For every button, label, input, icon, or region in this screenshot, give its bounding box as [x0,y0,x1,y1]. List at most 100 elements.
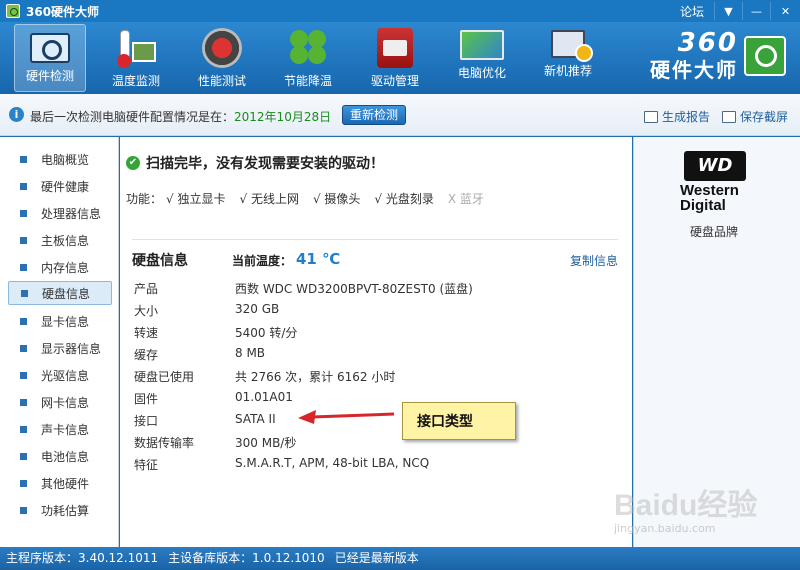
sidebar-item-monitor[interactable]: 显示器信息 [8,336,112,360]
tab-label: 新机推荐 [543,64,592,78]
report-label: 生成报告 [662,110,711,124]
menu-dropdown-icon[interactable]: ▼ [714,2,742,20]
tab-energy-saving[interactable]: 节能降温 [272,24,344,92]
info-key: 转速 [134,326,159,340]
brand-logo: 360 硬件大师 [650,30,786,83]
tab-performance[interactable]: 性能测试 [186,24,258,92]
info-value: 01.01A01 [235,390,293,404]
annotation-arrow-icon [298,410,395,424]
sidebar-item-health[interactable]: 硬件健康 [8,174,112,198]
tab-driver[interactable]: 驱动管理 [359,24,431,92]
bullet-icon [20,182,27,190]
save-screenshot-link[interactable]: 保存截屏 [722,108,788,125]
sidebar-item-sound[interactable]: 声卡信息 [8,417,112,441]
baidu-watermark: Baidu经验 [614,489,758,522]
sidebar-item-optical[interactable]: 光驱信息 [8,363,112,387]
tab-label: 温度监测 [111,74,160,88]
tab-temperature[interactable]: 温度监测 [100,24,172,92]
bullet-icon [20,236,27,244]
sidebar-item-overview[interactable]: 电脑概览 [8,147,112,171]
feature-item-disabled: X 蓝牙 [447,192,484,206]
info-icon: i [9,107,24,122]
tab-label: 驱动管理 [370,74,419,88]
sidebar-item-label: 内存信息 [41,260,90,275]
feature-item: √ 光盘刻录 [374,192,434,206]
feature-item: √ 摄像头 [312,192,361,206]
close-icon[interactable]: ✕ [770,2,800,20]
pc-medal-icon [551,30,593,62]
sidebar-item-power[interactable]: 功耗估算 [8,498,112,522]
scan-result-text: 扫描完毕，没有发现需要安装的驱动！ [146,156,384,172]
info-key: 产品 [134,282,159,296]
sidebar-item-motherboard[interactable]: 主板信息 [8,228,112,252]
info-value: S.M.A.R.T, APM, 48-bit LBA, NCQ [235,456,430,470]
info-key: 接口 [134,414,159,428]
wd-logo-mark: WD [684,151,746,181]
sidebar-item-label: 硬件健康 [41,179,90,194]
sidebar-item-battery[interactable]: 电池信息 [8,444,112,468]
info-bar: i 最后一次检测电脑硬件配置情况是在：2012年10月28日 重新检测 生成报告… [0,94,800,136]
bullet-icon [20,344,27,352]
title-bar: 360硬件大师 论坛 ▼ — ✕ [0,0,800,22]
recheck-button[interactable]: 重新检测 [342,105,406,125]
tab-label: 节能降温 [283,74,332,88]
tab-hardware-detect[interactable]: 硬件检测 [14,24,86,92]
sidebar-item-cpu[interactable]: 处理器信息 [8,201,112,225]
minimize-icon[interactable]: — [742,2,770,20]
feature-item: √ 独立显卡 [166,192,226,206]
tab-new-machine[interactable]: 新机推荐 [532,24,604,92]
bullet-icon [20,506,27,514]
app-title: 360硬件大师 [26,4,100,19]
features-label: 功能： [126,192,163,206]
generate-report-link[interactable]: 生成报告 [644,108,710,125]
info-key: 数据传输率 [134,436,195,450]
sidebar-item-label: 硬盘信息 [42,286,91,301]
info-key: 大小 [134,304,159,318]
forum-link[interactable]: 论坛 [680,3,704,20]
brand-magnifier-icon [744,36,786,76]
bullet-icon [20,155,27,163]
tab-label: 硬件检测 [25,69,74,83]
info-key: 缓存 [134,348,159,362]
sidebar-item-label: 电池信息 [41,449,90,464]
tab-label: 电脑优化 [457,66,506,80]
screenshot-label: 保存截屏 [740,110,789,124]
sidebar-item-label: 光驱信息 [41,368,90,383]
baidu-watermark-url: jingyan.baidu.com [614,522,716,535]
sidebar-item-label: 电脑概览 [41,152,90,167]
bullet-icon [20,398,27,406]
bullet-icon [20,371,27,379]
info-value: 共 2766 次，累计 6162 小时 [235,370,396,384]
last-check-date: 2012年10月28日 [234,110,332,124]
sidebar-item-label: 处理器信息 [41,206,102,221]
info-key: 特征 [134,458,159,472]
sidebar-item-label: 声卡信息 [41,422,90,437]
sidebar-item-other[interactable]: 其他硬件 [8,471,112,495]
bullet-icon [20,452,27,460]
driver-box-icon [377,28,413,68]
bullet-icon [20,479,27,487]
sidebar-item-gpu[interactable]: 显卡信息 [8,309,112,333]
sidebar-item-network[interactable]: 网卡信息 [8,390,112,414]
disk-brand-caption: 硬盘品牌 [690,225,739,239]
sidebar-item-disk[interactable]: 硬盘信息 [8,281,112,305]
sidebar: 电脑概览 硬件健康 处理器信息 主板信息 内存信息 硬盘信息 显卡信息 显示器信… [0,137,119,547]
disk-info-panel: ✔ 扫描完毕，没有发现需要安装的驱动！ 功能： √ 独立显卡 √ 无线上网 √ … [120,137,632,547]
temperature-label: 当前温度： [232,254,293,268]
status-bar: 主程序版本：3.40.12.1011 主设备库版本：1.0.12.1010 已经… [0,547,800,570]
info-value: 5400 转/分 [235,326,298,340]
tab-optimize[interactable]: 电脑优化 [446,24,518,92]
printer-icon [644,111,658,123]
sidebar-item-label: 其他硬件 [41,476,90,491]
sidebar-item-label: 显示器信息 [41,341,102,356]
copy-info-link[interactable]: 复制信息 [570,252,618,269]
sidebar-item-memory[interactable]: 内存信息 [8,255,112,279]
bullet-icon [21,289,28,297]
info-value: 300 MB/秒 [235,436,297,450]
scan-result: ✔ 扫描完毕，没有发现需要安装的驱动！ [126,153,384,173]
bullet-icon [20,425,27,433]
sidebar-item-label: 显卡信息 [41,314,90,329]
info-key: 硬盘已使用 [134,370,195,384]
feature-list: 功能： √ 独立显卡 √ 无线上网 √ 摄像头 √ 光盘刻录 X 蓝牙 [126,190,484,207]
last-check-message: 最后一次检测电脑硬件配置情况是在：2012年10月28日 [30,108,331,125]
